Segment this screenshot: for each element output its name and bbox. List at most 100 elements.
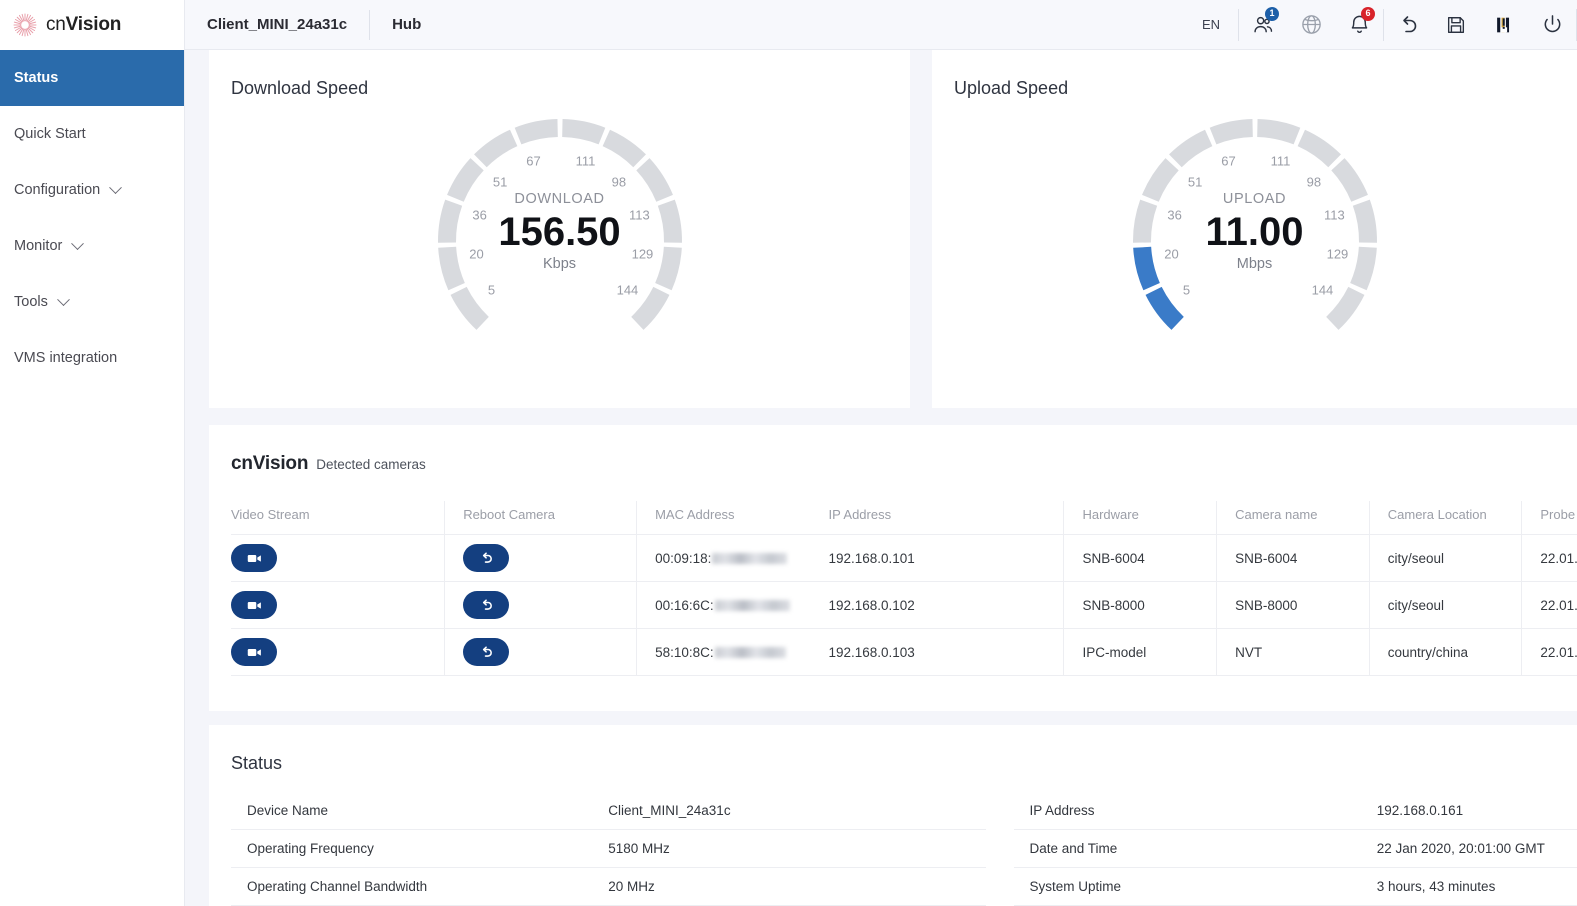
column-header-camera-location: Camera Location — [1369, 501, 1522, 535]
video-camera-icon[interactable] — [231, 591, 277, 619]
gauge-tick-label: 20 — [1164, 247, 1178, 262]
video-camera-icon[interactable] — [231, 544, 277, 572]
brand-wordmark-cn: cn — [46, 14, 66, 35]
status-row-key: Operating Frequency — [231, 830, 608, 868]
status-row-key: System Uptime — [1014, 868, 1377, 906]
upload-gauge-readout: UPLOAD 11.00 Mbps — [1115, 191, 1395, 272]
globe-icon[interactable] — [1287, 0, 1335, 50]
table-row: 00:16:6C: 192.168.0.102 SNB-8000 SNB-800… — [231, 582, 1577, 629]
download-gauge: DOWNLOAD 156.50 Kbps 5203651671119811312… — [420, 113, 700, 363]
sidebar-item-label: VMS integration — [14, 350, 117, 366]
device-tabs: Client_MINI_24a31c Hub — [185, 0, 443, 50]
sidebar-nav: Status Quick Start Configuration Monitor… — [0, 50, 184, 386]
cell-probe-time: 22.01.2020 03:00:38 PM — [1522, 535, 1577, 582]
download-gauge-value: 156.50 — [420, 209, 700, 255]
save-icon[interactable] — [1432, 0, 1480, 50]
brand-wordmark-vision: Vision — [66, 14, 121, 35]
cell-reboot-camera — [445, 582, 637, 629]
cell-reboot-camera — [445, 629, 637, 676]
cell-reboot-camera — [445, 535, 637, 582]
mac-address-redacted — [712, 553, 787, 564]
status-row: Operating Frequency5180 MHz — [231, 830, 986, 868]
reboot-icon[interactable] — [463, 638, 509, 666]
mac-address-redacted — [715, 600, 790, 611]
gauge-segment — [514, 119, 557, 144]
status-column-right: IP Address192.168.0.161Date and Time22 J… — [986, 792, 1577, 906]
bell-icon[interactable]: 6 — [1335, 0, 1383, 50]
cell-probe-time: 22.01.2020 03:00:38 PM — [1522, 629, 1577, 676]
column-header-hardware: Hardware — [1064, 501, 1217, 535]
gauge-tick-label: 51 — [493, 174, 507, 189]
cell-camera-location: country/china — [1369, 629, 1522, 676]
sidebar-item-label: Tools — [14, 294, 48, 310]
gauge-segment — [1209, 119, 1252, 144]
gauge-segment — [1145, 287, 1183, 330]
sidebar-item-label: Quick Start — [14, 126, 86, 142]
sidebar-item-label: Configuration — [14, 182, 100, 198]
gauge-segment — [562, 119, 605, 144]
download-speed-card: Download Speed DOWNLOAD 156.50 Kbps 5203… — [209, 50, 910, 408]
cell-hardware: IPC-model — [1064, 629, 1217, 676]
sunburst-icon — [12, 12, 38, 38]
gauge-segment — [1297, 130, 1340, 167]
bar-chart-icon[interactable] — [1480, 0, 1528, 50]
sidebar-item-vms-integration[interactable]: VMS integration — [0, 330, 184, 386]
sidebar-item-label: Monitor — [14, 238, 62, 254]
cell-ip-address: 192.168.0.103 — [828, 629, 1064, 676]
sidebar-item-configuration[interactable]: Configuration — [0, 162, 184, 218]
tab-hub[interactable]: Hub — [370, 0, 443, 50]
column-header-mac-address: MAC Address — [637, 501, 829, 535]
tab-client-mini[interactable]: Client_MINI_24a31c — [185, 0, 369, 50]
status-row-key: Device Name — [231, 792, 608, 830]
status-row: Operating Channel Bandwidth20 MHz — [231, 868, 986, 906]
gauge-tick-label: 98 — [1307, 174, 1321, 189]
download-gauge-readout: DOWNLOAD 156.50 Kbps — [420, 191, 700, 272]
cell-ip-address: 192.168.0.102 — [828, 582, 1064, 629]
column-header-probe-time: Probe time — [1522, 501, 1577, 535]
cell-probe-time: 22.01.2020 03:00:38 PM — [1522, 582, 1577, 629]
cell-mac-address: 00:16:6C: — [637, 582, 829, 629]
gauge-tick-label: 67 — [1221, 154, 1235, 169]
table-row: 58:10:8C: 192.168.0.103 IPC-model NVT co… — [231, 629, 1577, 676]
video-camera-icon[interactable] — [231, 638, 277, 666]
topbar-actions: EN 1 — [1184, 0, 1577, 50]
column-header-video-stream: Video Stream — [231, 501, 445, 535]
status-column-left: Device NameClient_MINI_24a31cOperating F… — [231, 792, 986, 906]
sidebar-item-tools[interactable]: Tools — [0, 274, 184, 330]
users-icon[interactable]: 1 — [1239, 0, 1287, 50]
chevron-down-icon — [71, 237, 84, 250]
gauge-tick-label: 67 — [526, 154, 540, 169]
reboot-icon[interactable] — [463, 591, 509, 619]
upload-gauge-unit: Mbps — [1115, 256, 1395, 272]
power-icon[interactable] — [1528, 0, 1576, 50]
sidebar-item-status[interactable]: Status — [0, 50, 184, 106]
upload-gauge-value: 11.00 — [1115, 209, 1395, 255]
sidebar-item-quick-start[interactable]: Quick Start — [0, 106, 184, 162]
language-selector[interactable]: EN — [1184, 17, 1238, 32]
cell-hardware: SNB-6004 — [1064, 535, 1217, 582]
status-row-value: Client_MINI_24a31c — [608, 792, 985, 830]
gauge-tick-label: 111 — [1271, 154, 1291, 169]
status-row-value: 22 Jan 2020, 20:01:00 GMT — [1377, 830, 1577, 868]
cameras-heading: cnVision Detected cameras — [231, 453, 1577, 475]
gauge-tick-label: 111 — [576, 154, 596, 169]
sidebar-item-monitor[interactable]: Monitor — [0, 218, 184, 274]
gauge-segment — [1257, 119, 1300, 144]
bell-badge: 6 — [1361, 7, 1375, 21]
cell-camera-name: SNB-8000 — [1217, 582, 1370, 629]
status-row: System Uptime3 hours, 43 minutes — [1014, 868, 1577, 906]
tab-label: Hub — [392, 16, 421, 33]
cell-mac-address: 58:10:8C: — [637, 629, 829, 676]
undo-icon[interactable] — [1384, 0, 1432, 50]
mac-address-value: 58:10:8C: — [655, 645, 714, 660]
cell-camera-location: city/seoul — [1369, 535, 1522, 582]
status-row: Date and Time22 Jan 2020, 20:01:00 GMT — [1014, 830, 1577, 868]
cell-mac-address: 00:09:18: — [637, 535, 829, 582]
cameras-heading-primary: cnVision — [231, 453, 308, 475]
gauge-tick-label: 129 — [632, 247, 654, 262]
reboot-icon[interactable] — [463, 544, 509, 572]
brand-logo[interactable]: cnVision — [0, 0, 184, 50]
download-gauge-unit: Kbps — [420, 256, 700, 272]
status-row-key: Date and Time — [1014, 830, 1377, 868]
page-title-upload: Upload Speed — [954, 78, 1555, 99]
